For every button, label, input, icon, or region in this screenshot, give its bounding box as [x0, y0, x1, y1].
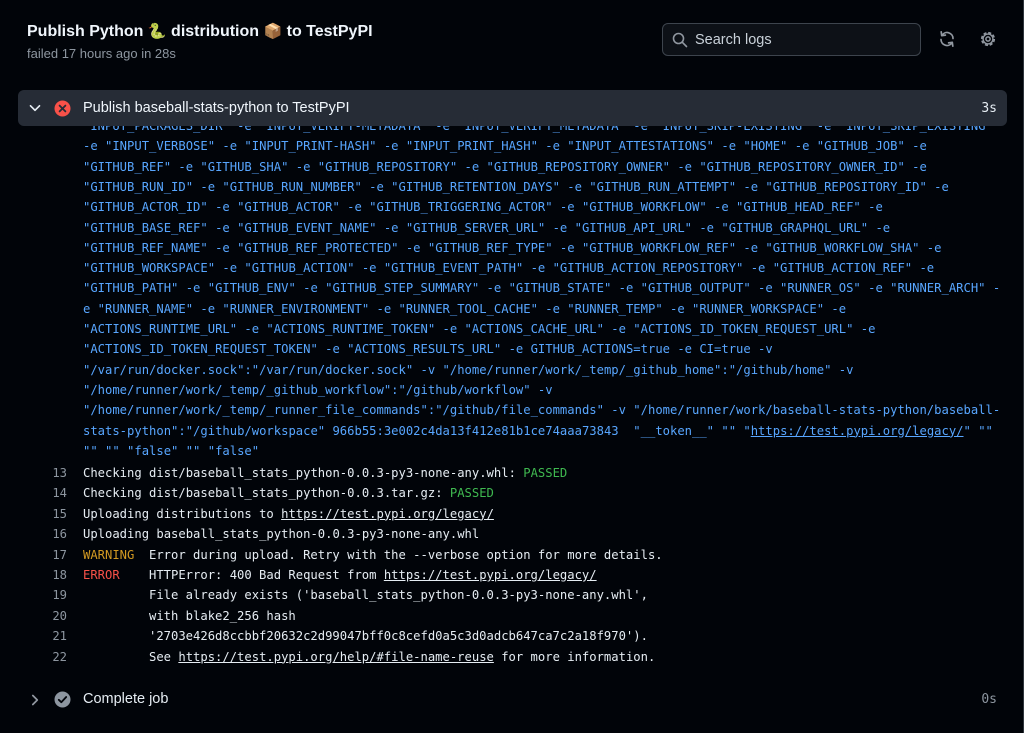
log-wrapped-line: "ACTIONS_ID_TOKEN_REQUEST_TOKEN" -e "ACT… [83, 342, 773, 357]
line-number[interactable]: 22 [30, 650, 67, 664]
log-message: Uploading distributions to https://test.… [83, 506, 494, 521]
snake-emoji: 🐍 [147, 22, 167, 40]
log-wrapped-line: "ACTIONS_RUNTIME_URL" -e "ACTIONS_RUNTIM… [83, 322, 876, 336]
log-wrapped-line: "GITHUB_BASE_REF" -e "GITHUB_EVENT_NAME"… [83, 220, 891, 235]
log-line: 17 WARNING Error during upload. Retry with… [0, 548, 1020, 568]
line-number[interactable]: 19 [30, 588, 67, 602]
log-message: with blake2_256 hash [149, 608, 296, 623]
log-wrapped-line: e "RUNNER_NAME" -e "RUNNER_ENVIRONMENT" … [83, 301, 847, 316]
step-publish[interactable]: Publish baseball-stats-python to TestPyP… [18, 90, 1007, 126]
log-wrapped-command: "INPUT_PACKAGES_DIR" -e "INPUT_VERIFY-ME… [0, 118, 1020, 472]
log-link[interactable]: https://test.pypi.org/legacy/ [751, 424, 964, 438]
line-number[interactable]: 21 [30, 629, 67, 643]
package-emoji: 📦 [263, 22, 283, 40]
log-line: 14 Checking dist/baseball_stats_python-0.… [0, 486, 1020, 506]
log-wrapped-line: "GITHUB_PATH" -e "GITHUB_ENV" -e "GITHUB… [83, 281, 1001, 296]
chevron-down-icon[interactable] [28, 101, 42, 115]
step-complete-job[interactable]: Complete job 0s [18, 683, 1007, 717]
log-wrapped-line: "" "" "false" "" "false" [83, 443, 260, 458]
job-header: Publish Python 🐍 distribution 📦 to TestP… [0, 0, 1022, 88]
step-duration: 0s [981, 692, 997, 707]
log-wrapped-line: -e "INPUT_VERBOSE" -e "INPUT_PRINT-HASH"… [83, 139, 927, 154]
log-link[interactable]: https://test.pypi.org/help/#file-name-re… [178, 650, 494, 664]
log-wrapped-line: "GITHUB_REF_NAME" -e "GITHUB_REF_PROTECT… [83, 240, 942, 255]
log-message: See https://test.pypi.org/help/#file-nam… [149, 649, 656, 664]
log-line: 19 File already exists ('baseball_stats_p… [0, 588, 1020, 608]
line-number[interactable]: 16 [30, 527, 67, 541]
log-message: Error during upload. Retry with the --ve… [149, 547, 663, 562]
log-link[interactable]: https://test.pypi.org/legacy/ [384, 568, 597, 582]
refresh-button[interactable] [937, 29, 959, 51]
log-line: 22 See https://test.pypi.org/help/#file-n… [0, 650, 1020, 670]
log-wrapped-line: "GITHUB_ACTOR_ID" -e "GITHUB_ACTOR" -e "… [83, 200, 883, 215]
search-icon [672, 32, 688, 48]
job-status-text: failed 17 hours ago in 28s [27, 46, 176, 61]
search-logs[interactable] [662, 23, 921, 56]
line-number[interactable]: 20 [30, 609, 67, 623]
settings-button[interactable] [978, 29, 1000, 51]
log-link[interactable]: https://test.pypi.org/legacy/ [281, 507, 494, 521]
log-message: '2703e426d8ccbbf20632c2d99047bff0c8cefd0… [149, 629, 648, 644]
log-line: 18 ERROR HTTPError: 400 Bad Request from h… [0, 568, 1020, 588]
sync-icon [940, 30, 954, 48]
log-message: Checking dist/baseball_stats_python-0.0.… [83, 486, 494, 501]
log-wrapped-line: "GITHUB_WORKSPACE" -e "GITHUB_ACTION" -e… [83, 261, 935, 276]
log-wrapped-line: "/var/run/docker.sock":"/var/run/docker.… [83, 362, 854, 377]
log-level: ERROR [83, 568, 120, 582]
log-wrapped-line: "GITHUB_RUN_ID" -e "GITHUB_RUN_NUMBER" -… [83, 179, 949, 194]
search-logs-input[interactable] [695, 24, 915, 55]
log-level: WARNING [83, 547, 135, 562]
gear-icon [980, 31, 996, 47]
log-line: 15 Uploading distributions to https://tes… [0, 507, 1020, 527]
log-line: 16 Uploading baseball_stats_python-0.0.3-… [0, 527, 1020, 547]
step-duration: 3s [981, 101, 997, 116]
line-number[interactable]: 14 [30, 486, 67, 500]
log-wrapped-line: "/home/runner/work/_temp/_github_workflo… [83, 382, 553, 397]
chevron-right-icon[interactable] [28, 693, 42, 707]
log-wrapped-line: "GITHUB_REF" -e "GITHUB_SHA" -e "GITHUB_… [83, 159, 927, 174]
step-name: Publish baseball-stats-python to TestPyP… [83, 100, 350, 116]
log-message: HTTPError: 400 Bad Request from https://… [149, 568, 597, 582]
log-message: Uploading baseball_stats_python-0.0.3-py… [83, 527, 480, 542]
line-number[interactable]: 18 [30, 568, 67, 582]
check-circle-fill-icon [54, 691, 71, 708]
passed-status: PASSED [449, 486, 494, 501]
x-circle-fill-icon [54, 100, 71, 117]
log-wrapped-line: stats-python":"/github/workspace" 966b55… [83, 423, 993, 438]
step-name: Complete job [83, 691, 169, 707]
line-number[interactable]: 15 [30, 507, 67, 521]
log-message: File already exists ('baseball_stats_pyt… [149, 588, 648, 603]
line-number[interactable]: 17 [30, 548, 67, 562]
log-wrapped-line: "/home/runner/work/_temp/_runner_file_co… [83, 403, 1001, 418]
log-line: 20 with blake2_256 hash [0, 609, 1020, 629]
log-line: 21 '2703e426d8ccbbf20632c2d99047bff0c8cef… [0, 629, 1020, 649]
page-title: Publish Python 🐍 distribution 📦 to TestP… [27, 22, 373, 40]
